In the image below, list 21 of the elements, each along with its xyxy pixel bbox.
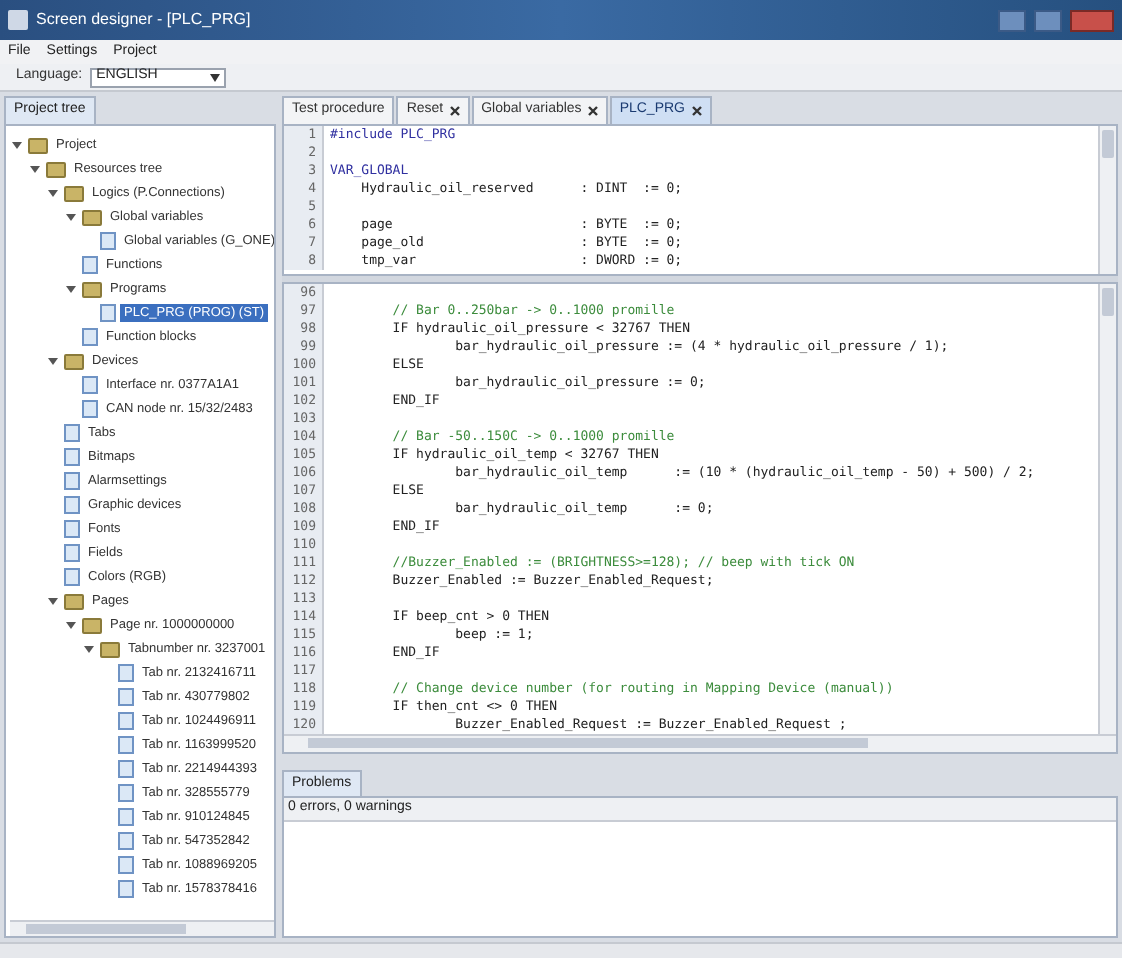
horizontal-scrollbar[interactable] xyxy=(10,920,274,936)
close-icon[interactable] xyxy=(691,105,701,116)
close-icon[interactable] xyxy=(587,105,598,116)
folder-icon xyxy=(64,353,84,369)
horizontal-scrollbar[interactable] xyxy=(284,733,1116,751)
expander-icon[interactable] xyxy=(12,140,22,150)
vertical-scrollbar[interactable] xyxy=(1098,283,1116,733)
expander-icon[interactable] xyxy=(30,164,40,174)
app-icon xyxy=(8,10,28,30)
folder-icon xyxy=(82,281,102,297)
expander-icon[interactable] xyxy=(48,356,58,366)
expander-icon[interactable] xyxy=(48,596,58,606)
expander-icon[interactable] xyxy=(84,644,94,654)
vertical-scrollbar[interactable] xyxy=(1098,125,1116,273)
expander-icon[interactable] xyxy=(48,188,58,198)
expander-icon[interactable] xyxy=(66,284,76,294)
close-icon[interactable] xyxy=(449,105,460,116)
dropdown-arrow-icon xyxy=(210,73,221,81)
expander-icon[interactable] xyxy=(66,620,76,630)
window-title: Screen designer - [PLC_PRG] xyxy=(36,8,251,32)
expander-icon[interactable] xyxy=(66,212,76,222)
